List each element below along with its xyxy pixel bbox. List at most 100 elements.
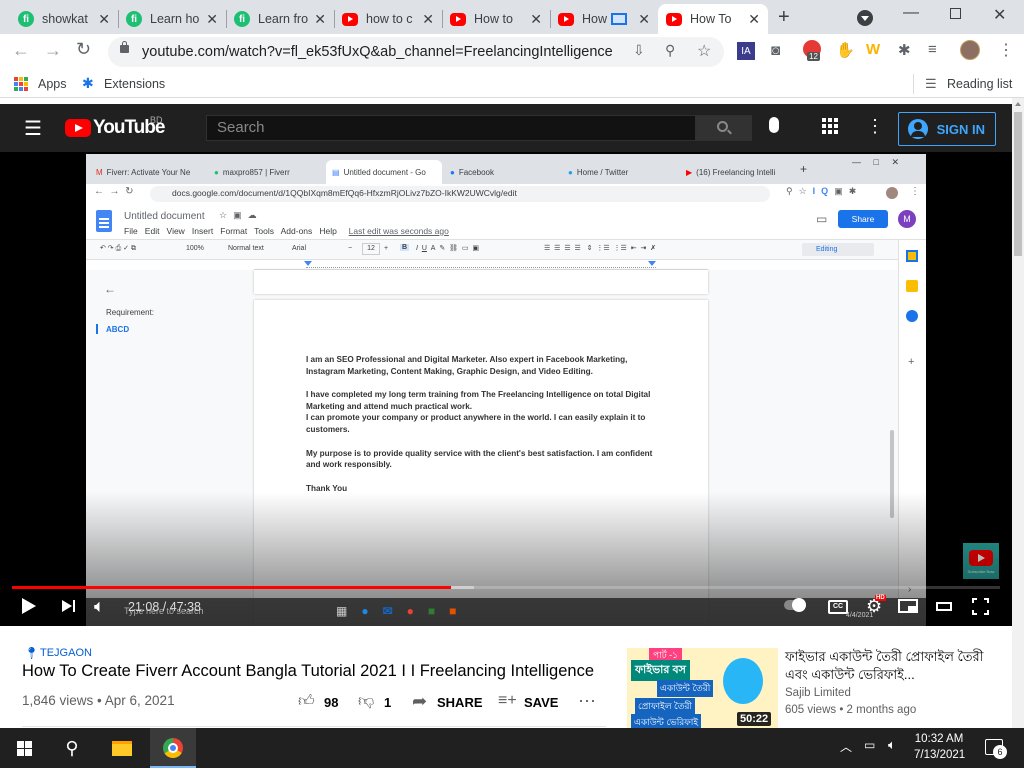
page-scrollbar[interactable] [1012,98,1024,728]
file-explorer-icon[interactable] [108,734,136,762]
docs-share-label: Share [851,214,875,224]
settings-kebab-icon[interactable]: ⋮ [866,116,884,137]
microphone-icon[interactable] [769,117,779,133]
video-player[interactable]: M Fiverr: Activate Your Ne ● maxpro857 |… [0,152,1012,626]
browser-tab-active[interactable]: How To ✕ [658,4,768,34]
like-count[interactable]: 98 [324,695,338,710]
right-indent-marker [648,261,656,266]
close-window-button[interactable]: ✕ [993,5,1006,25]
inner-tab-title: maxpro857 | Fiverr [222,167,290,177]
search-icon[interactable]: ⚲ [58,734,86,762]
fullscreen-button[interactable] [972,598,989,615]
address-bar[interactable]: youtube.com/watch?v=fl_ek53fUxQ&ab_chann… [108,37,724,67]
close-icon[interactable]: ✕ [638,11,650,28]
action-center-icon[interactable]: 6 [985,739,1007,759]
close-icon[interactable]: ✕ [748,11,760,28]
close-icon[interactable]: ✕ [314,11,326,28]
new-tab-button[interactable]: + [778,6,790,29]
extension-w-icon[interactable]: W [866,41,880,58]
apps-grid-icon[interactable] [822,118,838,134]
camera-icon[interactable]: ◙ [771,42,780,59]
zoom-select: 100% [186,245,204,252]
docs-format-toolbar: ↶ ↷ ⎙ ✓ ⧉ 100% Normal text Arial − 12 + … [86,240,926,260]
volume-icon[interactable]: 🔈︎ [888,737,896,753]
bookmark-extensions[interactable]: Extensions [104,77,165,91]
close-icon[interactable]: ✕ [98,11,110,28]
scroll-up-icon[interactable] [1015,102,1021,106]
scrollbar-thumb[interactable] [1014,112,1022,256]
next-icon [62,600,72,612]
recommended-channel[interactable]: Sajib Limited [785,687,851,699]
media-control-icon[interactable]: ≡ [928,41,937,58]
docs-header: Untitled document ☆▣☁ File Edit View Ins… [86,204,926,240]
close-icon[interactable]: ✕ [530,11,542,28]
tab-title: how to c [366,12,413,26]
share-button[interactable]: SHARE [437,695,483,710]
profile-avatar[interactable] [960,40,980,60]
browser-tab[interactable]: How to ✕ [442,4,550,34]
extensions-puzzle-icon[interactable]: ✱ [898,41,911,59]
reading-list-button[interactable]: Reading list [947,77,1012,91]
more-actions-icon[interactable]: ⋯ [578,691,596,712]
progress-track[interactable] [12,586,1000,589]
autoplay-toggle[interactable] [784,598,806,612]
network-icon[interactable]: ▭ [864,738,875,752]
clock-time[interactable]: 10:32 AM [914,733,964,745]
sign-in-button[interactable]: SIGN IN [898,112,996,146]
install-icon[interactable]: ⇩ [633,42,645,59]
menu-kebab-icon[interactable]: ⋮ [998,40,1014,60]
reading-list-icon: ☰ [925,76,937,91]
reload-icon[interactable]: ↻ [76,39,91,60]
clock-date[interactable]: 7/13/2021 [914,749,965,761]
extension-red-icon[interactable]: 12 [803,40,821,61]
search-input[interactable]: Search [206,115,696,141]
share-icon[interactable]: ➦ [412,691,427,712]
docs-menu-insert: Insert [191,226,214,236]
start-button[interactable] [10,734,38,762]
play-button[interactable] [22,598,36,614]
minimize-button[interactable]: — [903,4,919,22]
outline-item: ABCD [106,325,130,334]
search-button[interactable] [696,115,752,141]
hamburger-menu-icon[interactable]: ☰ [24,116,42,141]
youtube-logo-icon[interactable] [65,119,91,137]
youtube-icon [666,12,682,26]
close-icon[interactable]: ✕ [206,11,218,28]
browser-tab[interactable]: How ✕ [550,4,658,34]
dislike-icon[interactable]: 👎︎ [358,692,374,711]
browser-tab[interactable]: fi showkat ✕ [10,4,118,34]
captions-button[interactable]: CC [828,600,848,614]
theater-mode-button[interactable] [936,602,952,611]
save-playlist-icon[interactable]: ≡+ [498,692,517,710]
recommended-title[interactable]: ফাইভার একাউন্ট তৈরী প্রোফাইল তৈরী এবং এক… [785,648,985,684]
inner-url: docs.google.com/document/d/1QQbIXqm8mEfQ… [172,188,517,198]
thumb-illustration [723,658,763,704]
bookmark-star-icon[interactable]: ☆ [697,41,711,61]
forward-arrow-icon[interactable]: → [44,40,62,61]
zoom-icon[interactable]: ⚲ [665,42,675,59]
browser-tab[interactable]: how to c ✕ [334,4,442,34]
restore-button[interactable] [950,8,961,19]
chrome-taskbar-button[interactable] [150,728,196,768]
extension-ia-icon[interactable]: IA [737,42,755,60]
divider [913,74,914,94]
like-icon[interactable]: 👍︎ [298,692,315,711]
bookmark-apps[interactable]: Apps [38,77,67,91]
doc-paragraph: I have completed my long term training f… [306,390,651,434]
search-icon-handle [727,129,732,135]
tab-search-button[interactable] [857,10,873,26]
docs-avatar: M [898,210,916,228]
miniplayer-button[interactable] [898,599,918,613]
dislike-count[interactable]: 1 [384,695,391,710]
system-tray-chevron-icon[interactable]: ︿ [840,738,852,755]
location-tag[interactable]: TEJGAON [40,647,92,659]
back-arrow-icon[interactable]: ← [12,40,30,61]
volume-button[interactable]: 🔈︎ [94,596,105,617]
close-icon[interactable]: ✕ [422,11,434,28]
hand-icon[interactable]: ✋ [836,41,855,59]
tab-title: showkat [42,12,88,26]
save-button[interactable]: SAVE [524,695,558,710]
browser-tab[interactable]: fi Learn fro ✕ [226,4,334,34]
recommended-thumbnail[interactable]: পার্ট -১ ফাইভার বস একাউন্ট তৈরী প্রোফাইল… [627,648,778,728]
browser-tab[interactable]: fi Learn ho ✕ [118,4,226,34]
